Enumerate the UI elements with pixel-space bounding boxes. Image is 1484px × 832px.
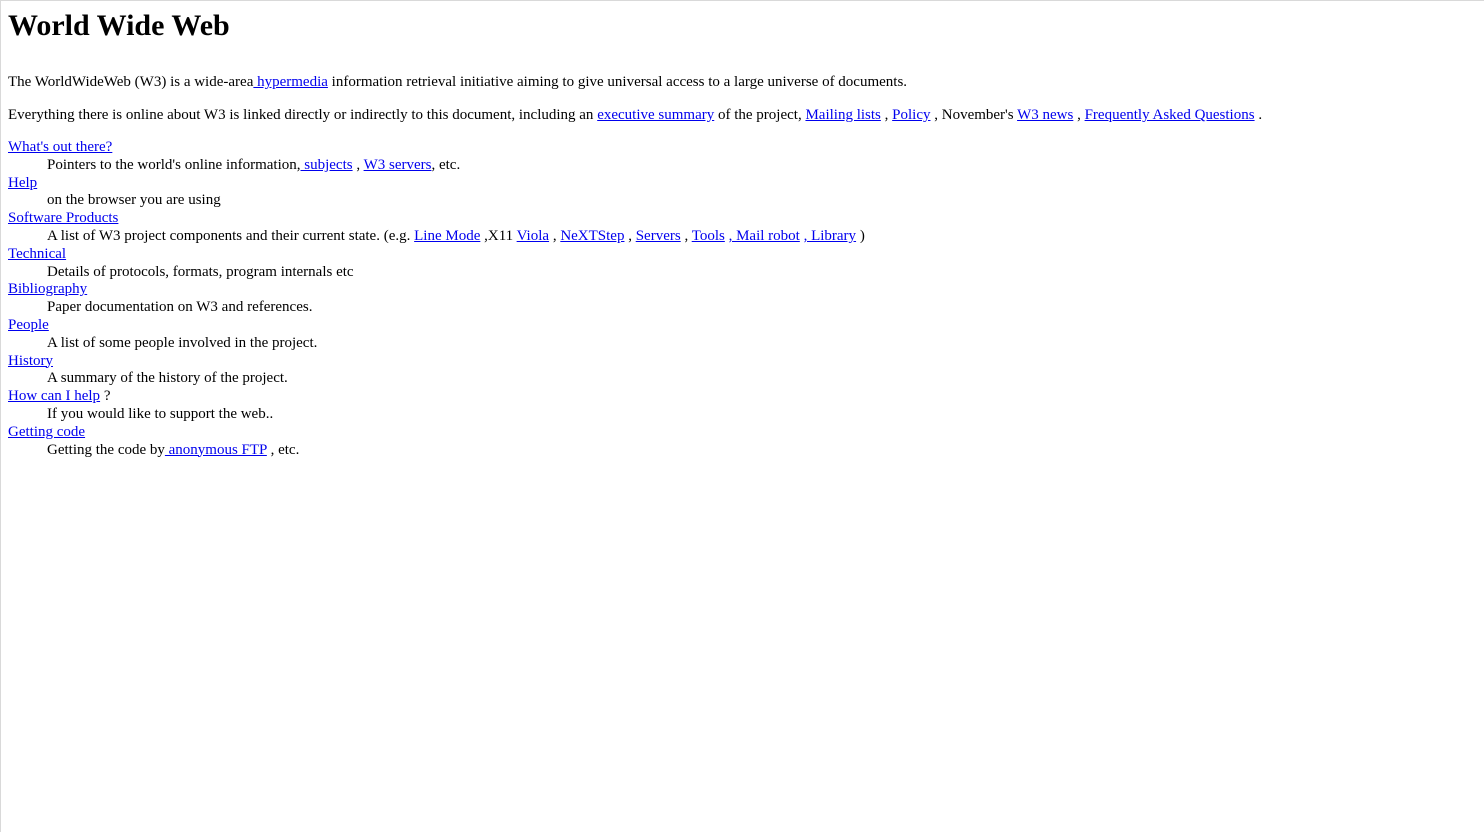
description-text: , <box>624 227 636 244</box>
whats-out-there-link[interactable]: What's out there? <box>8 139 112 155</box>
topic-description: Details of protocols, formats, program i… <box>47 263 354 280</box>
topic-term: Bibliography <box>8 281 1484 299</box>
description-text: Getting the code by <box>47 441 165 458</box>
overview-text: . <box>1254 107 1263 123</box>
topic-term: Getting code <box>8 424 1484 442</box>
history-link[interactable]: History <box>8 353 53 369</box>
description-text: , <box>680 227 692 244</box>
topic-description: If you would like to support the web.. <box>47 405 274 422</box>
overview-text: , <box>880 107 893 123</box>
intro-text: The WorldWideWeb (W3) is a wide-area <box>8 74 254 90</box>
topic-description: A list of some people involved in the pr… <box>47 334 318 351</box>
topic-description: A list of W3 project components and thei… <box>47 228 1484 246</box>
overview-paragraph: Everything there is online about W3 is l… <box>8 106 1484 124</box>
topic-term: People <box>8 317 1484 335</box>
mailing-lists-link[interactable]: Mailing lists <box>805 107 880 123</box>
w3-news-link[interactable]: W3 news <box>1017 107 1073 123</box>
policy-link[interactable]: Policy <box>892 107 930 123</box>
faq-link[interactable]: Frequently Asked Questions <box>1085 107 1255 123</box>
overview-text: Everything there is online about W3 is l… <box>8 107 598 123</box>
w3-servers-link[interactable]: W3 servers <box>364 157 432 173</box>
description-text: ,X11 <box>480 227 517 244</box>
description-text: , etc. <box>266 441 300 458</box>
overview-text: , November's <box>930 107 1018 123</box>
nextstep-link[interactable]: NeXTStep <box>560 228 624 244</box>
topic-description: on the browser you are using <box>47 192 221 209</box>
intro-paragraph: The WorldWideWeb (W3) is a wide-area hyp… <box>8 73 1484 91</box>
overview-text: of the project, <box>714 107 806 123</box>
topic-term: What's out there? <box>8 139 1484 157</box>
intro-text: information retrieval initiative aiming … <box>327 74 908 90</box>
servers-link[interactable]: Servers <box>636 228 681 244</box>
tools-link[interactable]: Tools <box>692 228 725 244</box>
topic-description: Getting the code by anonymous FTP , etc. <box>47 442 1484 460</box>
topic-term: History <box>8 353 1484 371</box>
help-link[interactable]: Help <box>8 175 37 191</box>
how-can-i-help-link[interactable]: How can I help <box>8 388 100 404</box>
library-link[interactable]: , Library <box>804 228 856 244</box>
description-text: , <box>549 227 561 244</box>
topic-term: Help <box>8 175 1484 193</box>
description-text: Pointers to the world's online informati… <box>47 156 301 173</box>
mail-robot-link[interactable]: , Mail robot <box>729 228 800 244</box>
subjects-link[interactable]: subjects <box>301 157 352 173</box>
page-content: World Wide Web The WorldWideWeb (W3) is … <box>1 1 1484 459</box>
description-text: ) <box>856 227 865 244</box>
people-link[interactable]: People <box>8 317 49 333</box>
topic-term: How can I help ? <box>8 388 1484 406</box>
topic-description: A summary of the history of the project. <box>47 370 288 387</box>
bibliography-link[interactable]: Bibliography <box>8 281 87 297</box>
topic-term: Technical <box>8 246 1484 264</box>
page-title: World Wide Web <box>8 9 230 42</box>
topic-description: Pointers to the world's online informati… <box>47 157 1484 175</box>
viola-link[interactable]: Viola <box>517 228 549 244</box>
description-text: A list of W3 project components and thei… <box>47 227 415 244</box>
overview-text: , <box>1073 107 1085 123</box>
topic-description: Paper documentation on W3 and references… <box>47 299 313 316</box>
term-suffix: ? <box>100 388 111 405</box>
line-mode-link[interactable]: Line Mode <box>414 228 480 244</box>
executive-summary-link[interactable]: executive summary <box>597 107 714 123</box>
anonymous-ftp-link[interactable]: anonymous FTP <box>165 442 267 458</box>
software-products-link[interactable]: Software Products <box>8 210 118 226</box>
description-text: , etc. <box>431 156 461 173</box>
getting-code-link[interactable]: Getting code <box>8 424 85 440</box>
description-text: , <box>352 156 364 173</box>
topic-list: What's out there? Pointers to the world'… <box>8 139 1484 459</box>
hypermedia-link[interactable]: hypermedia <box>253 74 328 90</box>
topic-term: Software Products <box>8 210 1484 228</box>
technical-link[interactable]: Technical <box>8 246 66 262</box>
